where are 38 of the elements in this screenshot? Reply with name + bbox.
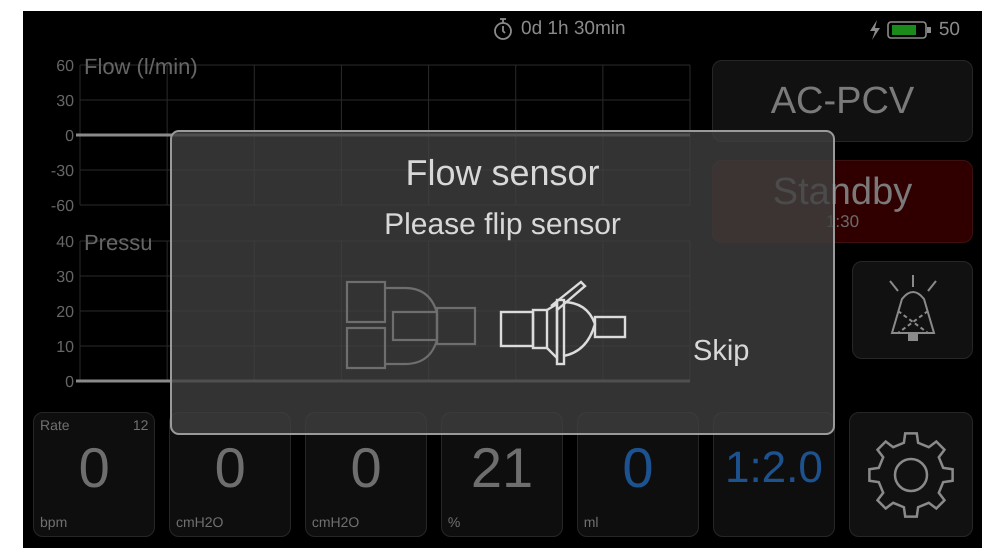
elapsed-time: 0d 1h 30min [521, 18, 626, 40]
stopwatch-icon [493, 17, 513, 41]
parameter-value: 0 [78, 435, 111, 501]
axis-tick-label: 40 [56, 234, 74, 251]
parameter-unit: bpm [40, 514, 68, 532]
axis-tick-label: 20 [56, 304, 74, 321]
axis-tick-label: 10 [56, 339, 74, 356]
axis-tick-label: 30 [56, 93, 74, 110]
axis-tick-label: 30 [56, 269, 74, 286]
parameter-tile[interactable]: Rate 12 0 bpm [33, 412, 156, 537]
axis-tick-label: 0 [65, 128, 74, 145]
chart-title: Flow (l/min) [84, 55, 198, 79]
axis-tick-label: -60 [50, 198, 74, 215]
battery-icon [886, 20, 933, 40]
parameter-unit: cmH2O [176, 514, 224, 532]
parameter-unit: ml [584, 514, 599, 532]
parameter-label: Rate [40, 417, 70, 435]
sensor-icon [345, 278, 477, 370]
mode-button[interactable]: AC-PCV [712, 60, 973, 142]
axis-tick-label: 60 [56, 58, 74, 75]
dialog-message: Please flip sensor [384, 208, 621, 242]
parameter-unit: % [448, 514, 460, 532]
dialog-title: Flow sensor [405, 152, 600, 194]
parameter-setting: 12 [132, 417, 148, 435]
settings-button[interactable] [848, 412, 973, 537]
parameter-unit: cmH2O [312, 514, 360, 532]
chart-title: Pressu [84, 231, 152, 255]
alarm-mute-button[interactable] [852, 261, 973, 359]
parameter-value: 0 [214, 435, 247, 501]
parameter-value: 1:2.0 [724, 442, 824, 494]
parameter-value: 0 [621, 435, 655, 501]
axis-tick-label: -30 [50, 163, 74, 180]
skip-button[interactable]: Skip [693, 335, 750, 368]
axis-tick-label: 0 [65, 374, 74, 391]
battery-level: 50 [938, 19, 960, 41]
parameter-value: 0 [350, 435, 383, 501]
charging-bolt-icon [868, 20, 881, 40]
parameter-value: 21 [470, 435, 534, 501]
